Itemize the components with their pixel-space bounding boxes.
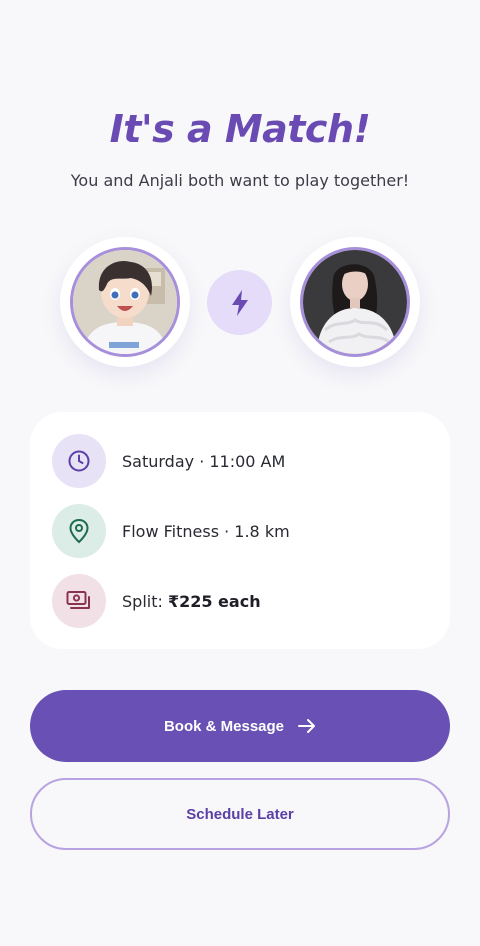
cash-icon bbox=[66, 591, 90, 609]
user-avatar[interactable] bbox=[60, 237, 190, 367]
clock-icon-badge bbox=[52, 434, 106, 488]
detail-split-text: Split: ₹225 each bbox=[122, 592, 261, 611]
match-screen: It's a Match! You and Anjali both want t… bbox=[0, 0, 480, 946]
schedule-later-button[interactable]: Schedule Later bbox=[30, 778, 450, 850]
match-details-card: Saturday · 11:00 AM Flow Fitness · 1.8 k… bbox=[30, 412, 450, 649]
user-avatar-icon bbox=[73, 250, 177, 354]
detail-location-text: Flow Fitness · 1.8 km bbox=[122, 521, 290, 541]
detail-row-location: Flow Fitness · 1.8 km bbox=[52, 504, 432, 558]
detail-row-time: Saturday · 11:00 AM bbox=[52, 434, 432, 488]
user-avatar-image bbox=[70, 247, 180, 357]
split-label: Split: bbox=[122, 591, 168, 611]
book-and-message-button[interactable]: Book & Message bbox=[30, 690, 450, 762]
location-icon-badge bbox=[52, 504, 106, 558]
arrow-right-icon bbox=[298, 718, 316, 734]
schedule-later-label: Schedule Later bbox=[186, 805, 294, 823]
detail-row-split: Split: ₹225 each bbox=[52, 574, 432, 628]
match-avatar-icon bbox=[303, 250, 407, 354]
location-pin-icon bbox=[69, 518, 89, 544]
page-subtitle: You and Anjali both want to play togethe… bbox=[70, 171, 410, 190]
split-amount: ₹225 each bbox=[167, 591, 261, 611]
match-avatar-image bbox=[300, 247, 410, 357]
book-and-message-label: Book & Message bbox=[163, 717, 285, 735]
match-bolt-badge bbox=[207, 270, 272, 335]
cash-icon-badge bbox=[52, 574, 106, 628]
detail-time-text: Saturday · 11:00 AM bbox=[122, 451, 286, 471]
clock-icon bbox=[68, 450, 90, 472]
page-title: It's a Match! bbox=[109, 107, 371, 151]
match-avatar[interactable] bbox=[290, 237, 420, 367]
lightning-bolt-icon bbox=[231, 289, 248, 316]
